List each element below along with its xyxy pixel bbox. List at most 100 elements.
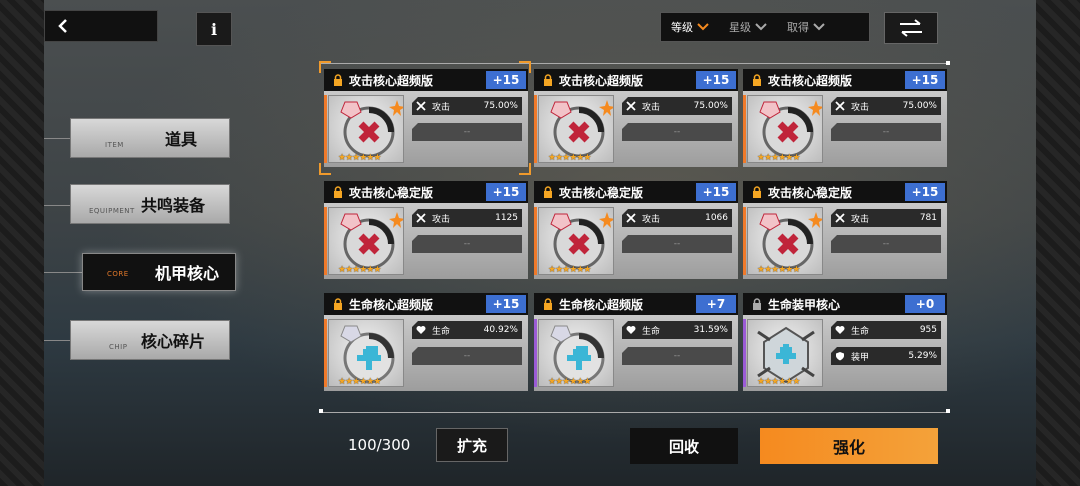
card-header: 攻击核心稳定版 +15	[743, 181, 947, 203]
enhance-level-badge: +0	[905, 295, 945, 313]
stat-name: 攻击	[432, 214, 451, 225]
core-card[interactable]: 攻击核心超频版 +15 ★★★★★★ 攻击 75.00% --	[324, 69, 528, 167]
core-card[interactable]: 攻击核心稳定版 +15 ★★★★★★ 攻击 1066 --	[534, 181, 738, 279]
lock-icon[interactable]	[751, 74, 763, 86]
rarity-edge	[743, 319, 746, 387]
card-title: 攻击核心稳定版	[349, 185, 434, 200]
selection-bracket	[319, 61, 331, 73]
stat-name: 生命	[432, 326, 451, 337]
unlock-icon[interactable]	[751, 298, 763, 310]
inventory-capacity: 100/300	[348, 436, 411, 454]
lock-icon[interactable]	[332, 186, 344, 198]
lock-icon[interactable]	[751, 186, 763, 198]
rarity-edge	[743, 207, 746, 275]
card-body: ★★★★★★ 攻击 1125 --	[324, 203, 528, 279]
card-title: 生命核心超频版	[349, 297, 434, 312]
stat-value: 1066	[705, 213, 728, 223]
stat-empty-placeholder: --	[463, 239, 471, 249]
star-rating: ★★★★★★	[757, 377, 800, 387]
card-header: 生命装甲核心 +0	[743, 293, 947, 315]
star-rating: ★★★★★★	[548, 377, 591, 387]
nav-item-core[interactable]: CORE 机甲核心	[82, 253, 236, 291]
card-header: 攻击核心超频版 +15	[743, 69, 947, 91]
nav-item-item[interactable]: ITEM 道具	[70, 118, 230, 158]
attack-icon	[835, 101, 845, 111]
stat-value: 75.00%	[902, 101, 937, 111]
star-rating: ★★★★★★	[338, 265, 381, 275]
nav-connector	[44, 340, 72, 341]
stat-primary: 攻击 75.00%	[412, 97, 522, 115]
armor-icon	[835, 351, 845, 361]
nav-label: 道具	[165, 130, 198, 149]
info-label: i	[210, 19, 218, 39]
attack-icon	[626, 101, 636, 111]
lock-icon[interactable]	[542, 74, 554, 86]
stat-secondary-empty: --	[622, 123, 732, 141]
enhance-button[interactable]: 强化	[760, 428, 938, 464]
core-card[interactable]: 生命装甲核心 +0 ★★★★★★ 生命 955 装甲 5.29%	[743, 293, 947, 391]
card-header: 攻击核心稳定版 +15	[534, 181, 738, 203]
stat-primary: 攻击 1066	[622, 209, 732, 227]
stat-name: 攻击	[432, 102, 451, 113]
stat-value: 31.59%	[693, 325, 728, 335]
right-border-pattern	[1036, 0, 1080, 486]
star-rating: ★★★★★★	[338, 377, 381, 387]
card-header: 生命核心超频版 +15	[324, 293, 528, 315]
core-card[interactable]: 生命核心超频版 +7 ★★★★★★ 生命 31.59% --	[534, 293, 738, 391]
expand-button[interactable]: 扩充	[436, 428, 508, 462]
sort-star-button[interactable]: 星级	[719, 19, 777, 35]
selection-bracket	[319, 163, 331, 175]
rarity-edge	[534, 95, 537, 163]
info-button[interactable]: i	[196, 12, 232, 46]
lock-icon[interactable]	[542, 186, 554, 198]
star-rating: ★★★★★★	[757, 265, 800, 275]
life-icon	[626, 325, 636, 335]
chevron-left-icon	[58, 19, 67, 33]
card-body: ★★★★★★ 攻击 781 --	[743, 203, 947, 279]
nav-sub-label: ITEM	[105, 141, 124, 149]
enhance-level-badge: +15	[905, 183, 945, 201]
nav-connector	[44, 138, 72, 139]
frame-corner	[319, 409, 323, 413]
selection-bracket	[519, 61, 531, 73]
nav-item-chip[interactable]: CHIP 核心碎片	[70, 320, 230, 360]
stat-primary: 攻击 781	[831, 209, 941, 227]
rarity-edge	[324, 319, 327, 387]
enhance-level-badge: +15	[486, 71, 526, 89]
attack-icon	[416, 101, 426, 111]
left-border-pattern	[0, 0, 44, 486]
sort-obtain-button[interactable]: 取得	[777, 19, 835, 35]
core-card[interactable]: 攻击核心超频版 +15 ★★★★★★ 攻击 75.00% --	[534, 69, 738, 167]
attack-icon	[835, 213, 845, 223]
core-card[interactable]: 攻击核心稳定版 +15 ★★★★★★ 攻击 1125 --	[324, 181, 528, 279]
back-button[interactable]	[44, 10, 158, 42]
card-title: 攻击核心超频版	[349, 73, 434, 88]
frame-corner	[946, 409, 950, 413]
card-header: 生命核心超频版 +7	[534, 293, 738, 315]
sort-order-button[interactable]	[884, 12, 938, 44]
lock-icon[interactable]	[542, 298, 554, 310]
stat-empty-placeholder: --	[463, 351, 471, 361]
recycle-button[interactable]: 回收	[630, 428, 738, 464]
enhance-level-badge: +15	[696, 183, 736, 201]
card-title: 攻击核心稳定版	[768, 185, 853, 200]
swap-arrows-icon	[900, 19, 922, 37]
core-card[interactable]: 生命核心超频版 +15 ★★★★★★ 生命 40.92% --	[324, 293, 528, 391]
lock-icon[interactable]	[332, 298, 344, 310]
stat-value: 955	[919, 325, 937, 335]
sort-level-button[interactable]: 等级	[661, 19, 719, 35]
star-rating: ★★★★★★	[338, 153, 381, 163]
stat-empty-placeholder: --	[882, 239, 890, 249]
card-header: 攻击核心稳定版 +15	[324, 181, 528, 203]
core-card[interactable]: 攻击核心稳定版 +15 ★★★★★★ 攻击 781 --	[743, 181, 947, 279]
card-title: 攻击核心超频版	[768, 73, 853, 88]
core-card[interactable]: 攻击核心超频版 +15 ★★★★★★ 攻击 75.00% --	[743, 69, 947, 167]
stat-empty-placeholder: --	[882, 127, 890, 137]
selection-bracket	[519, 163, 531, 175]
star-rating: ★★★★★★	[548, 265, 591, 275]
card-header: 攻击核心超频版 +15	[534, 69, 738, 91]
stat-empty-placeholder: --	[463, 127, 471, 137]
attack-icon	[626, 213, 636, 223]
lock-icon[interactable]	[332, 74, 344, 86]
nav-item-equipment[interactable]: EQUIPMENT 共鸣装备	[70, 184, 230, 224]
